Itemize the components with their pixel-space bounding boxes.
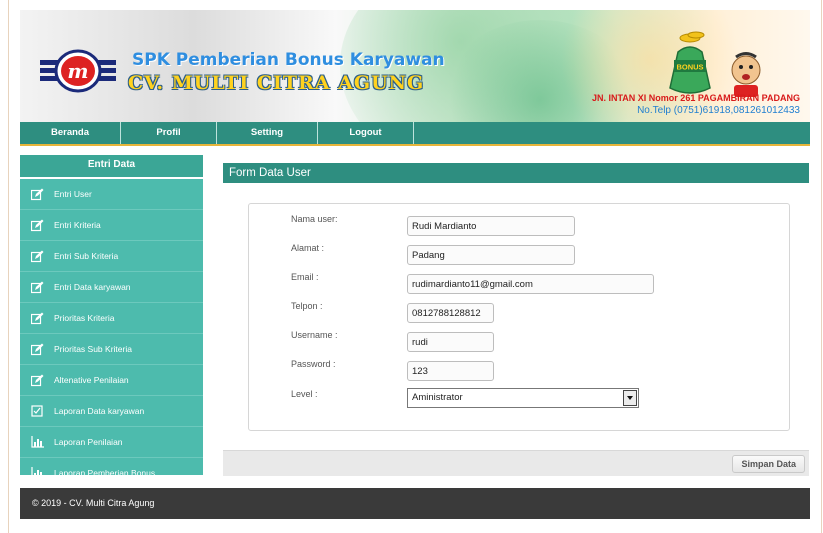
sidebar-item-label: Laporan Penilaian [54, 437, 123, 447]
sidebar-item-label: Entri Data karyawan [54, 282, 131, 292]
sidebar: Entri Data Entri User Entri Kriteria Ent… [20, 155, 203, 479]
email-label: Email : [291, 272, 319, 282]
level-label: Level : [291, 389, 318, 399]
password-label: Password : [291, 359, 336, 369]
edit-icon [30, 249, 44, 263]
save-button[interactable]: Simpan Data [732, 455, 805, 473]
form-body: Nama user: Rudi Mardianto Alamat : Padan… [223, 183, 809, 450]
level-select-value: Aministrator [412, 392, 463, 403]
sidebar-item-laporan-pemberian-bonus[interactable]: Laporan Pemberian Bonus [20, 458, 203, 488]
sidebar-item-laporan-data-karyawan[interactable]: Laporan Data karyawan [20, 396, 203, 427]
sidebar-item-label: Entri Kriteria [54, 220, 101, 230]
sidebar-item-label: Entri Sub Kriteria [54, 251, 119, 261]
username-field[interactable]: rudi [407, 332, 494, 352]
company-name: CV. MULTI CITRA AGUNG [128, 72, 425, 94]
chart-icon [30, 466, 44, 480]
sidebar-item-entri-sub-kriteria[interactable]: Entri Sub Kriteria [20, 241, 203, 272]
svg-text:BONUS: BONUS [676, 63, 703, 72]
svg-text:m: m [67, 59, 88, 83]
sidebar-item-label: Laporan Pemberian Bonus [54, 468, 156, 478]
nav-profil[interactable]: Profil [121, 122, 217, 144]
sidebar-title: Entri Data [20, 155, 203, 179]
edit-icon [30, 311, 44, 325]
sidebar-item-entri-data-karyawan[interactable]: Entri Data karyawan [20, 272, 203, 303]
sidebar-item-laporan-penilaian[interactable]: Laporan Penilaian [20, 427, 203, 458]
form-panel: Nama user: Rudi Mardianto Alamat : Padan… [248, 203, 790, 431]
chart-icon [30, 435, 44, 449]
nav-beranda[interactable]: Beranda [20, 122, 121, 144]
sidebar-item-altenative-penilaian[interactable]: Altenative Penilaian [20, 365, 203, 396]
sidebar-item-label: Prioritas Kriteria [54, 313, 115, 323]
form-footer: Simpan Data [223, 450, 809, 476]
company-logo: m [40, 49, 116, 93]
nav-logout[interactable]: Logout [318, 122, 414, 144]
nama-field[interactable]: Rudi Mardianto [407, 216, 575, 236]
sidebar-item-entri-kriteria[interactable]: Entri Kriteria [20, 210, 203, 241]
sidebar-item-entri-user[interactable]: Entri User [20, 179, 203, 210]
nama-label: Nama user: [291, 214, 338, 224]
nav-setting[interactable]: Setting [217, 122, 318, 144]
telpon-field[interactable]: 0812788128812 [407, 303, 494, 323]
sidebar-item-prioritas-kriteria[interactable]: Prioritas Kriteria [20, 303, 203, 334]
chevron-down-icon[interactable] [623, 390, 637, 406]
sidebar-item-label: Entri User [54, 189, 92, 199]
edit-icon [30, 280, 44, 294]
edit-icon [30, 218, 44, 232]
telpon-label: Telpon : [291, 301, 323, 311]
site-header: m SPK Pemberian Bonus Karyawan CV. MULTI… [20, 10, 810, 122]
sidebar-item-label: Laporan Data karyawan [54, 406, 145, 416]
bonus-bag-illustration: BONUS [669, 31, 761, 97]
alamat-label: Alamat : [291, 243, 325, 253]
page-footer: © 2019 - CV. Multi Citra Agung [20, 488, 810, 519]
company-address: JN. INTAN XI Nomor 261 PAGAMBIRAN PADANG [591, 93, 800, 103]
edit-icon [30, 187, 44, 201]
app-title: SPK Pemberian Bonus Karyawan [132, 50, 445, 70]
form-title: Form Data User [223, 163, 809, 183]
alamat-field[interactable]: Padang [407, 245, 575, 265]
sidebar-item-prioritas-sub-kriteria[interactable]: Prioritas Sub Kriteria [20, 334, 203, 365]
sidebar-item-label: Prioritas Sub Kriteria [54, 344, 132, 354]
main-nav: Beranda Profil Setting Logout [20, 122, 810, 146]
document-icon [30, 404, 44, 418]
email-field[interactable]: rudimardianto11@gmail.com [407, 274, 654, 294]
username-label: Username : [291, 330, 338, 340]
password-field[interactable]: 123 [407, 361, 494, 381]
edit-icon [30, 373, 44, 387]
edit-icon [30, 342, 44, 356]
level-select[interactable]: Aministrator [407, 388, 639, 408]
company-phone: No.Telp (0751)61918,081261012433 [637, 105, 800, 116]
form-section: Form Data User Nama user: Rudi Mardianto… [223, 163, 809, 476]
sidebar-item-label: Altenative Penilaian [54, 375, 129, 385]
